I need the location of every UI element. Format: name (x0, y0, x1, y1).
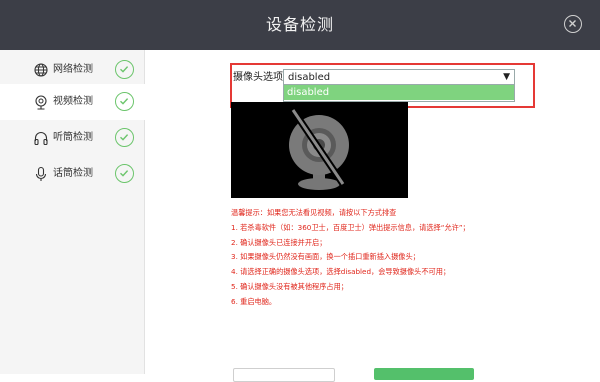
tip-line: 4. 请选择正确的摄像头选项，选择disabled，会导致摄像头不可用； (231, 267, 451, 277)
video-preview (231, 102, 408, 198)
microphone-icon (33, 166, 49, 182)
tip-line: 2. 确认摄像头已连接并开启； (231, 237, 327, 247)
tip-line: 3. 如果摄像头仍然没有画面，换一个插口重新插入摄像头； (231, 252, 420, 262)
sidebar-item-label: 视频检测 (53, 96, 93, 107)
check-icon (115, 164, 134, 183)
sidebar-item-label: 话筒检测 (53, 168, 93, 179)
tips-heading: 温馨提示：如果您无法看见视频，请按以下方式排查 (231, 208, 397, 217)
check-icon (115, 60, 134, 79)
close-icon[interactable] (564, 15, 582, 33)
window-title: 设备检测 (265, 15, 334, 34)
webcam-icon (33, 94, 49, 110)
camera-disabled-icon (231, 102, 408, 198)
sidebar: 网络检测 视频检测 听筒检测 话筒检测 (0, 50, 146, 374)
camera-select-label: 摄像头选项 (233, 72, 283, 83)
tip-line: 6. 重启电脑。 (231, 296, 277, 306)
sidebar-item-label: 网络检测 (53, 64, 93, 75)
sidebar-item-earpiece[interactable]: 听筒检测 (0, 120, 145, 156)
troubleshooting-tips: 温馨提示：如果您无法看见视频，请按以下方式排查 1. 若杀毒软件（如：360卫士… (231, 206, 591, 310)
headphones-icon (33, 130, 49, 146)
secondary-button[interactable] (233, 368, 335, 382)
sidebar-item-video[interactable]: 视频检测 (0, 84, 146, 120)
sidebar-item-microphone[interactable]: 话筒检测 (0, 156, 145, 192)
globe-icon (33, 62, 49, 78)
check-icon (115, 128, 134, 147)
dropdown-option[interactable]: disabled (284, 85, 514, 100)
camera-dropdown: disabled (283, 85, 515, 102)
tip-line: 1. 若杀毒软件（如：360卫士，百度卫士）弹出提示信息，请选择“允许”； (231, 222, 470, 232)
primary-button[interactable] (374, 368, 474, 380)
sidebar-item-network[interactable]: 网络检测 (0, 52, 145, 88)
sidebar-item-label: 听筒检测 (53, 132, 93, 143)
chevron-down-icon[interactable]: ▼ (503, 71, 510, 84)
tip-line: 5. 确认摄像头没有被其他程序占用； (231, 281, 348, 291)
camera-select[interactable]: disabled ▼ (283, 69, 515, 85)
camera-select-value: disabled (288, 72, 331, 83)
check-icon (115, 92, 134, 111)
